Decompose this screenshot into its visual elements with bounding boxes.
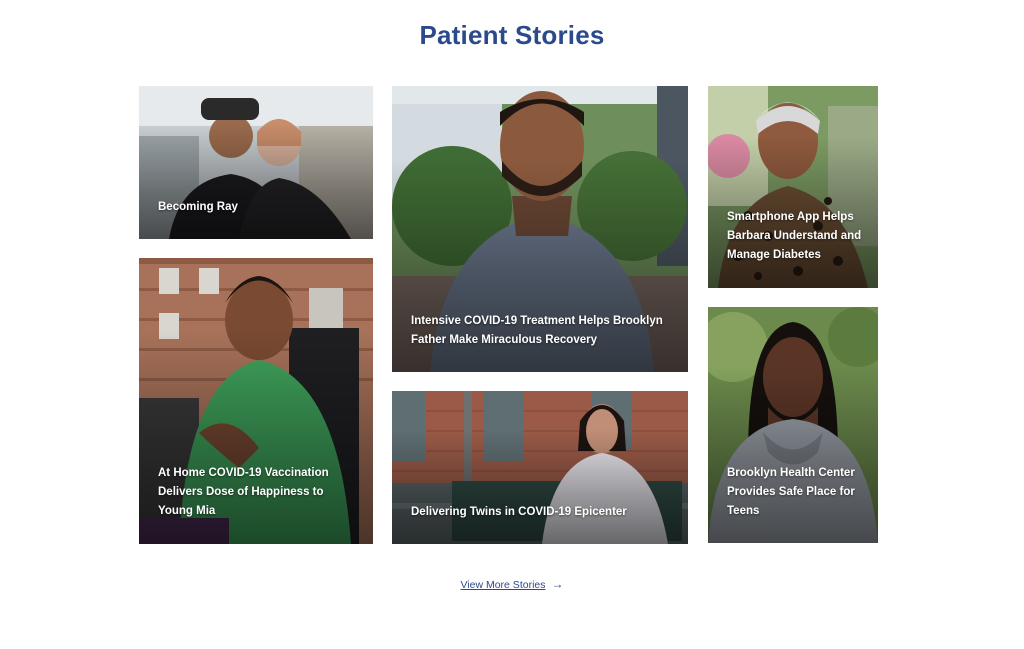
story-card-brooklyn-health[interactable]: Brooklyn Health Center Provides Safe Pla… [708,307,878,543]
story-caption: Intensive COVID-19 Treatment Helps Brook… [411,315,663,346]
story-caption: At Home COVID-19 Vaccination Delivers Do… [158,467,329,517]
story-card-smartphone-app[interactable]: Smartphone App Helps Barbara Understand … [708,86,878,288]
story-card-covid-treatment[interactable]: Intensive COVID-19 Treatment Helps Brook… [392,86,688,372]
section-title: Patient Stories [419,20,605,50]
arrow-right-icon[interactable]: → [552,577,564,591]
story-caption: Smartphone App Helps Barbara Understand … [727,211,862,261]
view-more-row: View More Stories → [0,577,1024,591]
story-caption: Becoming Ray [158,201,238,213]
story-card-becoming-ray[interactable]: Becoming Ray [139,86,373,239]
story-caption: Brooklyn Health Center Provides Safe Pla… [727,467,855,517]
caption-gradient [392,429,688,544]
story-card-delivering-twins[interactable]: Delivering Twins in COVID-19 Epicenter [392,391,688,544]
view-more-stories-link[interactable]: View More Stories [460,579,545,591]
caption-gradient [139,124,373,239]
story-caption: Delivering Twins in COVID-19 Epicenter [411,506,627,518]
story-card-home-vaccination[interactable]: At Home COVID-19 Vaccination Delivers Do… [139,258,373,544]
